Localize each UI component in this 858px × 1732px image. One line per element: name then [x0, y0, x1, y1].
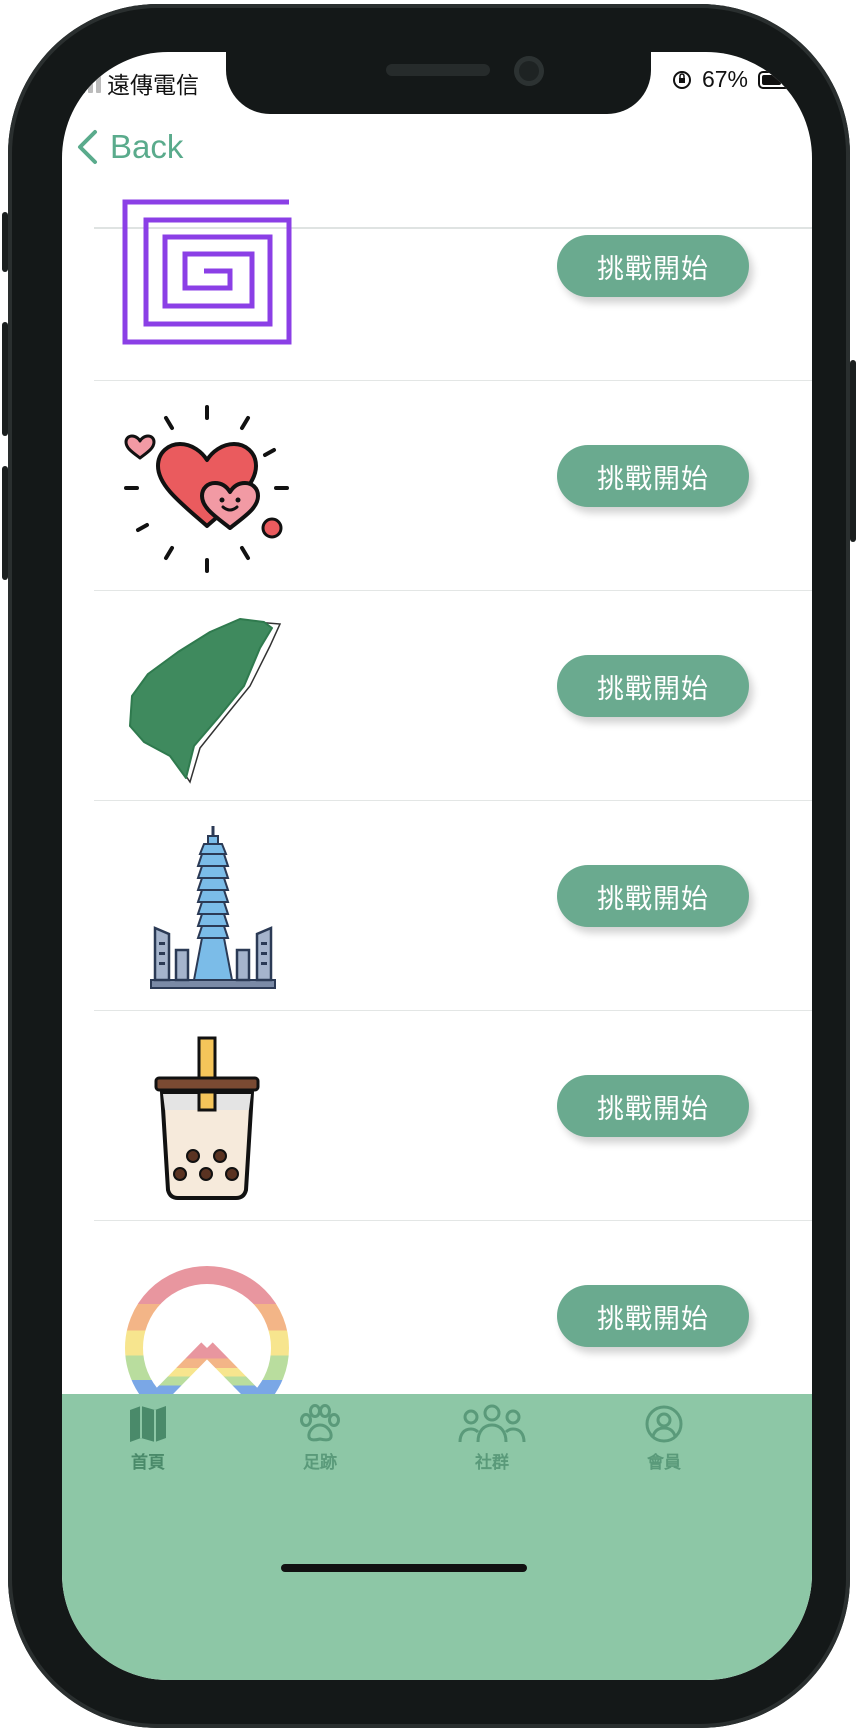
carrier-group: 遠傳電信: [72, 66, 199, 100]
challenge-row: 挑戰開始: [62, 591, 812, 801]
start-challenge-button[interactable]: 挑戰開始: [557, 1075, 749, 1137]
battery-percent: 67%: [701, 66, 748, 92]
challenge-row: 挑戰開始: [62, 1011, 812, 1221]
user-circle-icon: [645, 1405, 683, 1443]
tab-home[interactable]: 首頁: [78, 1404, 218, 1473]
start-challenge-button[interactable]: 挑戰開始: [557, 655, 749, 717]
back-button[interactable]: Back: [76, 128, 183, 166]
start-challenge-button[interactable]: 挑戰開始: [557, 865, 749, 927]
notch: [226, 52, 651, 114]
carrier-name: 遠傳電信: [107, 72, 199, 98]
phone-frame: 遠傳電信 67% Back 挑戰開始 挑戰開始 挑戰開始 挑戰開始 挑戰開始 挑…: [2, 4, 856, 1728]
map-icon: [130, 1406, 166, 1442]
taiwan-map-icon: [129, 618, 282, 784]
tab-label: 社群: [475, 1453, 509, 1472]
tab-label: 會員: [647, 1453, 681, 1472]
back-label: Back: [110, 128, 184, 165]
home-indicator: [281, 1564, 527, 1572]
challenge-list: 挑戰開始 挑戰開始 挑戰開始 挑戰開始 挑戰開始 挑戰開始: [62, 171, 812, 1431]
tab-member[interactable]: 會員: [594, 1404, 734, 1473]
start-challenge-button[interactable]: 挑戰開始: [557, 235, 749, 297]
group-icon: [458, 1404, 526, 1443]
status-right: 67%: [672, 66, 798, 93]
tab-label: 首頁: [131, 1453, 165, 1472]
screen: 遠傳電信 67% Back 挑戰開始 挑戰開始 挑戰開始 挑戰開始 挑戰開始 挑…: [62, 52, 812, 1680]
rainbow-peace-icon: [125, 1266, 289, 1414]
challenge-row: 挑戰開始: [62, 171, 812, 381]
battery-icon: [758, 70, 798, 89]
paw-icon: [300, 1404, 340, 1442]
start-challenge-button[interactable]: 挑戰開始: [557, 1285, 749, 1347]
speaker-grille: [386, 64, 490, 76]
power-button: [850, 360, 856, 542]
start-challenge-button[interactable]: 挑戰開始: [557, 445, 749, 507]
challenge-row: 挑戰開始: [62, 801, 812, 1011]
volume-down-button: [2, 466, 8, 580]
rotation-lock-icon: [672, 70, 691, 89]
challenge-row: 挑戰開始: [62, 381, 812, 591]
maze-icon: [122, 199, 292, 345]
mute-switch: [2, 212, 8, 272]
front-camera: [514, 56, 544, 86]
signal-icon: [72, 73, 101, 93]
chevron-left-icon: [78, 130, 97, 164]
bubble-tea-icon: [154, 1036, 260, 1200]
tab-footprints[interactable]: 足跡: [250, 1404, 390, 1473]
hearts-icon: [124, 405, 289, 573]
tab-community[interactable]: 社群: [422, 1404, 562, 1473]
taipei-101-icon: [150, 826, 276, 989]
tab-bar: 首頁 足跡 社群 會員: [62, 1394, 812, 1680]
tab-label: 足跡: [303, 1453, 337, 1472]
volume-up-button: [2, 322, 8, 436]
